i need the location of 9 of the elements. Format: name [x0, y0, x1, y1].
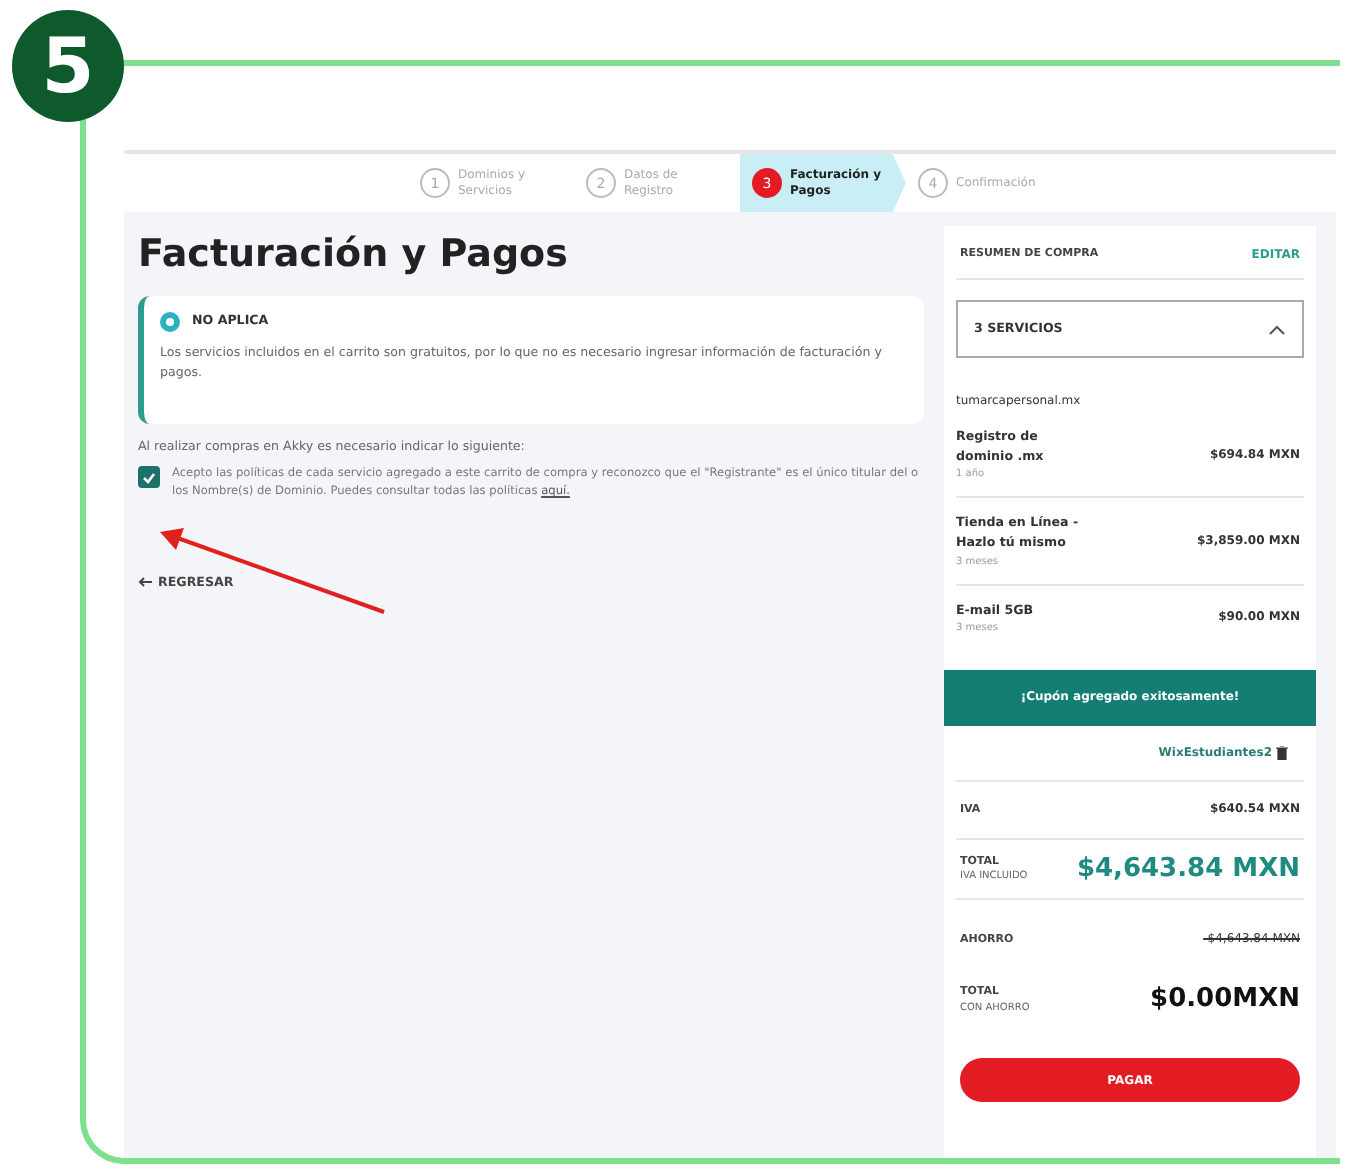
step-number-badge: 5	[12, 10, 124, 122]
total-value: $4,643.84 MXN	[1076, 853, 1300, 884]
terms-checkbox[interactable]	[138, 466, 160, 489]
radio-icon	[160, 312, 180, 333]
page-title: Facturación y Pagos	[138, 232, 570, 276]
trash-icon[interactable]	[1276, 745, 1288, 760]
chevron-icon	[1268, 323, 1286, 336]
arrow-left-icon	[138, 576, 152, 589]
final-total-value: $0.00MXN	[1150, 984, 1300, 1015]
